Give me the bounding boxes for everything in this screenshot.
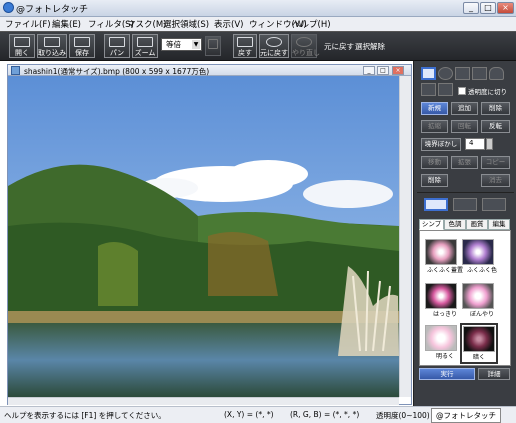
- zoom-button[interactable]: ズーム: [132, 34, 158, 58]
- image-maximize-button[interactable]: □: [377, 66, 389, 75]
- redo-icon: [296, 37, 312, 47]
- filter-thumbnail: [425, 239, 457, 265]
- transparency-label: 透明度に切り: [468, 88, 507, 96]
- tab-quality[interactable]: 画質: [466, 219, 488, 230]
- filter-mode-icon[interactable]: [424, 198, 448, 211]
- coords-readout: (X, Y) = (*, *): [224, 410, 274, 419]
- maximize-button[interactable]: □: [480, 2, 496, 14]
- blob-select-icon[interactable]: [489, 67, 504, 80]
- remove-selection-button[interactable]: 削除: [481, 102, 510, 115]
- chevron-down-icon: ▼: [192, 40, 200, 49]
- title-bar: @フォトレタッチ _ □ ×: [0, 0, 516, 17]
- filter-thumbnail: [425, 283, 457, 309]
- image-close-button[interactable]: ×: [392, 66, 404, 75]
- filter-item[interactable]: ふくふく蓋置: [425, 239, 465, 274]
- menu-bar: ファイル(F) 編集(E) フィルタ(S) マスク(M) 選択領域(S) 表示(…: [0, 17, 516, 31]
- redo-button[interactable]: やり直し: [291, 34, 320, 58]
- grid-toggle-button[interactable]: [205, 36, 221, 56]
- menu-file[interactable]: ファイル(F): [5, 18, 51, 30]
- zoom-select[interactable]: 等倍 ▼: [161, 38, 202, 51]
- filter-detail-button[interactable]: 詳細: [478, 368, 510, 380]
- window-title: @フォトレタッチ: [16, 5, 89, 15]
- new-selection-button[interactable]: 新規: [421, 102, 448, 115]
- help-hint: ヘルプを表示するには [F1] を押してください。: [4, 411, 166, 420]
- menu-edit[interactable]: 編集(E): [52, 18, 81, 30]
- save-button[interactable]: 保存: [69, 34, 95, 58]
- undo-icon: [266, 37, 282, 47]
- filter-item-selected[interactable]: 暗く: [460, 323, 498, 364]
- undo-hint: 元に戻す: [324, 42, 354, 51]
- image-icon: [11, 66, 20, 75]
- panel-divider: [417, 192, 514, 193]
- feather-spinner[interactable]: [486, 138, 493, 150]
- tab-color[interactable]: 色調: [444, 219, 466, 230]
- transparency-checkbox[interactable]: [458, 87, 466, 95]
- add-selection-button[interactable]: 追加: [451, 102, 478, 115]
- menu-view[interactable]: 表示(V): [214, 18, 243, 30]
- feather-button[interactable]: 境界ぼかし: [421, 138, 461, 151]
- copy-button[interactable]: コピー: [481, 156, 510, 169]
- clear-button[interactable]: 消去: [481, 174, 510, 187]
- filter-thumbnail: [462, 283, 494, 309]
- photo-canvas[interactable]: [8, 76, 399, 397]
- open-button[interactable]: 開く: [9, 34, 35, 58]
- rect-select-icon[interactable]: [421, 67, 436, 80]
- menu-selection[interactable]: 選択領域(S): [163, 18, 209, 30]
- scanner-icon: [44, 37, 60, 47]
- app-icon: [3, 2, 14, 13]
- move-button[interactable]: 移動: [421, 156, 448, 169]
- tab-edit[interactable]: 編集: [488, 219, 510, 230]
- minimize-button[interactable]: _: [463, 2, 479, 14]
- tab-simple[interactable]: シンプル: [419, 219, 444, 237]
- status-bar: ヘルプを表示するには [F1] を押してください。 (X, Y) = (*, *…: [0, 406, 516, 423]
- invert-button[interactable]: 反転: [481, 120, 510, 133]
- wand-icon[interactable]: [421, 83, 436, 96]
- deselect-hint: 選択解除: [355, 42, 385, 51]
- revert-button[interactable]: 戻す: [233, 34, 257, 58]
- image-minimize-button[interactable]: _: [363, 66, 375, 75]
- rgb-readout: (R, G, B) = (*, *, *): [290, 410, 360, 419]
- close-button[interactable]: ×: [497, 2, 514, 14]
- brush-select-icon[interactable]: [438, 83, 453, 96]
- undo-button[interactable]: 元に戻す: [259, 34, 289, 58]
- feather-input[interactable]: 4: [465, 138, 485, 150]
- delete-button[interactable]: 削除: [421, 174, 448, 187]
- disk-icon: [74, 37, 90, 47]
- rotate-button[interactable]: 回転: [451, 120, 478, 133]
- magnifier-icon: [137, 37, 153, 47]
- filter-item[interactable]: ふくふく色: [462, 239, 502, 274]
- filter-item[interactable]: はっきり: [425, 283, 465, 318]
- filter-thumbnail: [463, 326, 495, 352]
- retouch-mode-icon[interactable]: [453, 198, 477, 211]
- hand-icon: [109, 37, 125, 47]
- image-window: shashin1(通常サイズ).bmp (800 x 599 x 1677万色)…: [7, 64, 412, 405]
- grid-icon: [208, 39, 218, 49]
- landscape-photo: [8, 76, 399, 397]
- horizontal-scrollbar[interactable]: [8, 397, 399, 405]
- transparency-readout: 透明度(0~100): [376, 411, 430, 420]
- image-window-titlebar: shashin1(通常サイズ).bmp (800 x 599 x 1677万色)…: [8, 65, 411, 76]
- paint-mode-icon[interactable]: [482, 198, 506, 211]
- menu-help[interactable]: ヘルプ(H): [292, 18, 331, 30]
- pan-button[interactable]: パン: [104, 34, 130, 58]
- freehand-select-icon[interactable]: [472, 67, 487, 80]
- menu-mask[interactable]: マスク(M): [127, 18, 166, 30]
- scale-button[interactable]: 拡縮: [421, 120, 448, 133]
- filter-item[interactable]: ぼんやり: [462, 283, 502, 318]
- run-filter-button[interactable]: 実行: [419, 368, 475, 380]
- filter-thumbnail: [462, 239, 494, 265]
- polygon-select-icon[interactable]: [455, 67, 470, 80]
- ellipse-select-icon[interactable]: [438, 67, 453, 80]
- folder-icon: [14, 37, 30, 47]
- revert-icon: [237, 37, 253, 47]
- vertical-scrollbar[interactable]: [399, 76, 411, 397]
- filter-thumbnail: [425, 325, 457, 351]
- expand-button[interactable]: 拡張: [451, 156, 478, 169]
- app-tray-label: @フォトレタッチ: [431, 408, 501, 423]
- filter-item[interactable]: 明るく: [425, 325, 465, 360]
- import-button[interactable]: 取り込み: [37, 34, 67, 58]
